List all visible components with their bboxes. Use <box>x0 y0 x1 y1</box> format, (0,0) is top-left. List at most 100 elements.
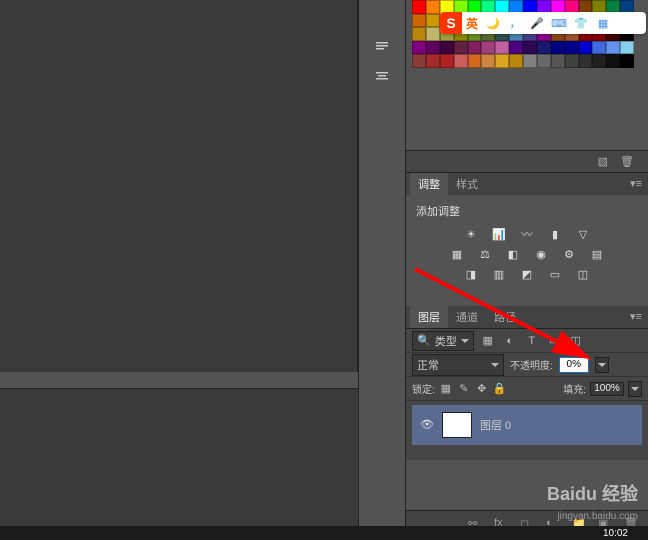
ime-toolbar[interactable]: S 英 🌙 ， 🎤 ⌨ 👕 ▦ <box>440 12 646 34</box>
lock-transparency-icon[interactable]: ▦ <box>439 382 453 396</box>
curves-icon[interactable]: 〰 <box>518 227 536 241</box>
swatch[interactable] <box>606 54 620 68</box>
swatch[interactable] <box>412 14 426 28</box>
visibility-icon[interactable]: 👁 <box>420 418 434 432</box>
hue-icon[interactable]: ▦ <box>448 247 466 261</box>
swatch[interactable] <box>468 54 482 68</box>
swatch[interactable] <box>426 41 440 55</box>
swatch[interactable] <box>606 41 620 55</box>
fill-dropdown-button[interactable] <box>628 381 642 397</box>
comma-icon[interactable]: ， <box>506 14 524 32</box>
swatch[interactable] <box>426 54 440 68</box>
lock-position-icon[interactable]: ✥ <box>475 382 489 396</box>
bw-icon[interactable]: ◧ <box>504 247 522 261</box>
filter-pixel-icon[interactable]: ▦ <box>480 334 496 348</box>
watermark-brand: Baidu 经验 <box>547 480 638 506</box>
colorlookup-icon[interactable]: ▤ <box>588 247 606 261</box>
new-swatch-icon[interactable]: ▧ <box>598 155 608 168</box>
swatch[interactable] <box>481 54 495 68</box>
levels-icon[interactable]: 📊 <box>490 227 508 241</box>
swatch[interactable] <box>412 54 426 68</box>
opacity-input[interactable] <box>559 357 589 373</box>
swatch[interactable] <box>426 0 440 14</box>
selective-color-icon[interactable]: ◫ <box>574 267 592 281</box>
swatch[interactable] <box>579 54 593 68</box>
layer-name[interactable]: 图层 0 <box>480 417 511 433</box>
mic-icon[interactable]: 🎤 <box>528 14 546 32</box>
tab-adjustments[interactable]: 调整 <box>410 173 448 195</box>
swatch[interactable] <box>412 0 426 14</box>
filter-type-select[interactable]: 🔍 类型 <box>412 331 474 351</box>
swatch[interactable] <box>426 14 440 28</box>
brightness-icon[interactable]: ☀ <box>462 227 480 241</box>
swatch[interactable] <box>412 41 426 55</box>
clock: 10:02 <box>603 528 628 539</box>
grid-icon[interactable]: ▦ <box>594 14 612 32</box>
layer-item[interactable]: 👁 图层 0 <box>412 405 642 445</box>
swatch[interactable] <box>426 27 440 41</box>
swatch[interactable] <box>509 54 523 68</box>
sogou-logo-icon: S <box>440 12 462 34</box>
swatch[interactable] <box>440 41 454 55</box>
swatch[interactable] <box>481 41 495 55</box>
swatch[interactable] <box>454 54 468 68</box>
threshold-icon[interactable]: ◩ <box>518 267 536 281</box>
tab-styles[interactable]: 样式 <box>448 173 486 195</box>
tab-paths[interactable]: 路径 <box>486 306 524 328</box>
opacity-dropdown-button[interactable] <box>595 357 609 373</box>
swatch[interactable] <box>579 41 593 55</box>
swatch[interactable] <box>509 41 523 55</box>
swatch[interactable] <box>495 41 509 55</box>
secondary-panel[interactable] <box>0 388 358 540</box>
character-icon[interactable] <box>369 66 395 88</box>
filter-smart-icon[interactable]: ◫ <box>568 334 584 348</box>
keyboard-icon[interactable]: ⌨ <box>550 14 568 32</box>
swatch[interactable] <box>592 54 606 68</box>
swatch[interactable] <box>523 54 537 68</box>
swatch[interactable] <box>565 41 579 55</box>
swatch[interactable] <box>523 41 537 55</box>
swatch[interactable] <box>495 54 509 68</box>
skin-icon[interactable]: 👕 <box>572 14 590 32</box>
tab-channels[interactable]: 通道 <box>448 306 486 328</box>
search-icon: 🔍 <box>417 334 431 347</box>
photo-filter-icon[interactable]: ◉ <box>532 247 550 261</box>
swatch[interactable] <box>620 41 634 55</box>
gradient-map-icon[interactable]: ▭ <box>546 267 564 281</box>
exposure-icon[interactable]: ▮ <box>546 227 564 241</box>
posterize-icon[interactable]: ▥ <box>490 267 508 281</box>
lock-all-icon[interactable]: 🔒 <box>493 382 507 396</box>
swatch[interactable] <box>440 54 454 68</box>
swatch[interactable] <box>551 54 565 68</box>
panel-menu-icon[interactable]: ▾≡ <box>630 177 642 190</box>
filter-shape-icon[interactable]: ▱ <box>546 334 562 348</box>
adjustments-panel: 调整 样式 ▾≡ 添加调整 ☀ 📊 〰 ▮ ▽ ▦ ⚖ ◧ ◉ ⚙ ▤ ◨ ▥ … <box>406 172 648 295</box>
ime-language[interactable]: 英 <box>466 15 478 32</box>
tab-layers[interactable]: 图层 <box>410 306 448 328</box>
swatch[interactable] <box>620 54 634 68</box>
swatch[interactable] <box>537 54 551 68</box>
filter-adjust-icon[interactable]: ◐ <box>502 334 518 348</box>
swatch[interactable] <box>551 41 565 55</box>
vibrance-icon[interactable]: ▽ <box>574 227 592 241</box>
layer-thumbnail[interactable] <box>442 412 472 438</box>
canvas-area[interactable] <box>0 0 358 372</box>
fill-input[interactable]: 100% <box>590 382 624 396</box>
moon-icon[interactable]: 🌙 <box>484 14 502 32</box>
swatch[interactable] <box>454 41 468 55</box>
swatch[interactable] <box>537 41 551 55</box>
channel-mixer-icon[interactable]: ⚙ <box>560 247 578 261</box>
trash-icon[interactable]: 🗑 <box>620 155 634 168</box>
blend-mode-select[interactable]: 正常 <box>412 354 504 376</box>
panel-menu-icon[interactable]: ▾≡ <box>630 310 642 323</box>
invert-icon[interactable]: ◨ <box>462 267 480 281</box>
swatch[interactable] <box>565 54 579 68</box>
lock-brush-icon[interactable]: ✎ <box>457 382 471 396</box>
swatch[interactable] <box>592 41 606 55</box>
swatch[interactable] <box>468 41 482 55</box>
paragraph-icon[interactable] <box>369 36 395 58</box>
swatch-grid <box>412 0 634 68</box>
balance-icon[interactable]: ⚖ <box>476 247 494 261</box>
swatch[interactable] <box>412 27 426 41</box>
filter-type-icon[interactable]: T <box>524 334 540 348</box>
